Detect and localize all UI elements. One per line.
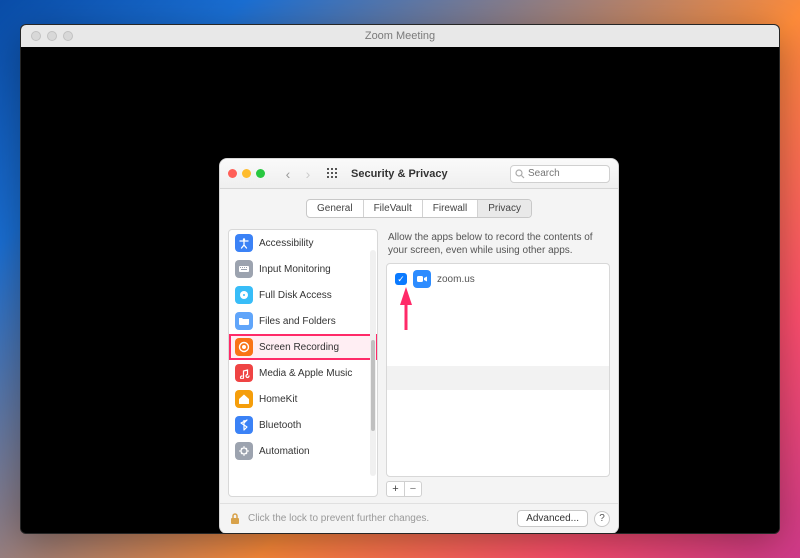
home-icon: [235, 390, 253, 408]
checkbox-zoom[interactable]: ✓: [395, 273, 407, 285]
tab-bar: General FileVault Firewall Privacy: [220, 189, 618, 227]
lock-text: Click the lock to prevent further change…: [248, 513, 429, 524]
sidebar-item-bluetooth[interactable]: Bluetooth: [229, 412, 377, 438]
sidebar-item-homekit[interactable]: HomeKit: [229, 386, 377, 412]
pref-footer: Click the lock to prevent further change…: [220, 503, 618, 533]
advanced-button[interactable]: Advanced...: [517, 510, 588, 527]
sidebar-item-label: Bluetooth: [259, 420, 301, 431]
sidebar-item-label: Files and Folders: [259, 316, 336, 327]
list-stripe: [387, 366, 609, 390]
pref-body: Accessibility Input Monitoring Full Disk…: [220, 223, 618, 503]
pane-description: Allow the apps below to record the conte…: [386, 229, 610, 263]
app-list: ✓ zoom.us: [386, 263, 610, 477]
sidebar-item-label: Media & Apple Music: [259, 368, 352, 379]
app-row-zoom[interactable]: ✓ zoom.us: [387, 264, 609, 294]
zoom-window-title: Zoom Meeting: [21, 30, 779, 42]
plus-minus-control: + −: [386, 481, 610, 497]
pref-toolbar: ‹ › Security & Privacy: [220, 159, 618, 189]
zoom-app-icon: [413, 270, 431, 288]
search-icon: [515, 169, 525, 179]
sidebar-item-full-disk-access[interactable]: Full Disk Access: [229, 282, 377, 308]
sidebar-item-accessibility[interactable]: Accessibility: [229, 230, 377, 256]
all-prefs-grid-icon[interactable]: [325, 166, 341, 182]
nav-arrows: ‹ ›: [279, 165, 317, 183]
zoom-window: Zoom Meeting ‹ › Security & Privacy: [20, 24, 780, 534]
maximize-button[interactable]: [256, 169, 265, 178]
input-icon: [235, 260, 253, 278]
app-name: zoom.us: [437, 274, 475, 285]
sidebar-item-label: Screen Recording: [259, 342, 339, 353]
sidebar-item-input-monitoring[interactable]: Input Monitoring: [229, 256, 377, 282]
tab-firewall[interactable]: Firewall: [423, 200, 478, 217]
zoom-titlebar: Zoom Meeting: [21, 25, 779, 47]
bluetooth-icon: [235, 416, 253, 434]
forward-button[interactable]: ›: [299, 165, 317, 183]
right-pane: Allow the apps below to record the conte…: [386, 229, 610, 497]
back-button[interactable]: ‹: [279, 165, 297, 183]
remove-app-button[interactable]: −: [404, 481, 422, 497]
search-field[interactable]: [510, 165, 610, 183]
tab-segmented: General FileVault Firewall Privacy: [306, 199, 532, 218]
sidebar-item-label: Full Disk Access: [259, 290, 332, 301]
sidebar-scrollbar[interactable]: [370, 250, 376, 476]
sidebar-item-label: Input Monitoring: [259, 264, 331, 275]
annotation-arrow: [399, 292, 409, 328]
privacy-sidebar: Accessibility Input Monitoring Full Disk…: [228, 229, 378, 497]
preferences-window: ‹ › Security & Privacy General FileVault: [219, 158, 619, 534]
sidebar-item-label: Accessibility: [259, 238, 313, 249]
search-input[interactable]: [528, 168, 605, 179]
sidebar-item-label: HomeKit: [259, 394, 297, 405]
disk-icon: [235, 286, 253, 304]
lock-icon[interactable]: [228, 512, 242, 526]
sidebar-item-files-and-folders[interactable]: Files and Folders: [229, 308, 377, 334]
add-app-button[interactable]: +: [386, 481, 404, 497]
sidebar-item-label: Automation: [259, 446, 310, 457]
close-button[interactable]: [228, 169, 237, 178]
tab-general[interactable]: General: [307, 200, 364, 217]
tab-privacy[interactable]: Privacy: [478, 200, 531, 217]
record-icon: [235, 338, 253, 356]
accessibility-icon: [235, 234, 253, 252]
automation-icon: [235, 442, 253, 460]
minimize-button[interactable]: [242, 169, 251, 178]
music-icon: [235, 364, 253, 382]
sidebar-item-automation[interactable]: Automation: [229, 438, 377, 464]
sidebar-item-media-apple-music[interactable]: Media & Apple Music: [229, 360, 377, 386]
folder-icon: [235, 312, 253, 330]
sidebar-item-screen-recording[interactable]: Screen Recording: [229, 334, 377, 360]
pref-traffic-lights: [228, 169, 265, 178]
help-button[interactable]: ?: [594, 511, 610, 527]
pref-title: Security & Privacy: [351, 168, 448, 180]
tab-filevault[interactable]: FileVault: [364, 200, 423, 217]
